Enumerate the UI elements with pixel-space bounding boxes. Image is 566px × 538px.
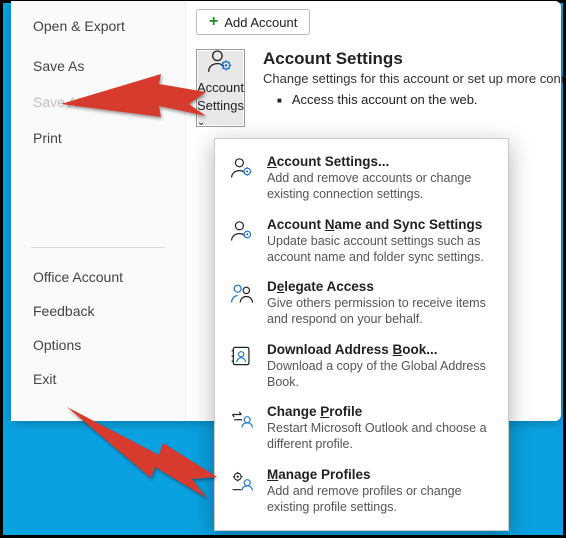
menu-desc: Add and remove accounts or change existi… <box>267 170 496 203</box>
side-options[interactable]: Options <box>11 330 185 360</box>
side-save-attachments: Save Attachments <box>11 87 185 117</box>
menu-download-address-book[interactable]: Download Address Book... Download a copy… <box>219 335 504 398</box>
address-book-icon <box>227 344 257 368</box>
add-account-label: Add Account <box>224 15 297 30</box>
two-people-icon <box>227 281 257 305</box>
menu-name-sync[interactable]: Account Name and Sync Settings Update ba… <box>219 210 504 273</box>
side-exit[interactable]: Exit <box>11 364 185 394</box>
person-gear-icon <box>227 156 257 180</box>
switch-profile-icon <box>227 406 257 430</box>
content-area: + Add Account Account Settings ⌄ Account… <box>196 9 561 139</box>
acct-btn-line2: Settings ⌄ <box>197 98 244 128</box>
account-settings-menu: Account Settings... Add and remove accou… <box>214 138 509 531</box>
menu-change-profile[interactable]: Change Profile Restart Microsoft Outlook… <box>219 397 504 460</box>
side-feedback[interactable]: Feedback <box>11 296 185 326</box>
section-subtitle: Change settings for this account or set … <box>263 71 566 86</box>
menu-delegate-access[interactable]: Delegate Access Give others permission t… <box>219 272 504 335</box>
acct-btn-line1: Account <box>197 80 244 95</box>
add-account-button[interactable]: + Add Account <box>196 9 310 35</box>
divider <box>31 247 165 248</box>
menu-desc: Update basic account settings such as ac… <box>267 233 496 266</box>
section-title: Account Settings <box>263 49 566 69</box>
account-settings-button[interactable]: Account Settings ⌄ <box>196 49 245 127</box>
side-open-export[interactable]: Open & Export <box>11 11 185 41</box>
menu-desc: Give others permission to receive items … <box>267 295 496 328</box>
menu-desc: Add and remove profiles or change existi… <box>267 483 496 516</box>
side-print[interactable]: Print <box>11 123 185 153</box>
gear-profile-icon <box>227 469 257 493</box>
menu-account-settings[interactable]: Account Settings... Add and remove accou… <box>219 147 504 210</box>
plus-icon: + <box>209 14 218 30</box>
bullet-text: Access this account on the web. <box>292 92 478 107</box>
menu-desc: Download a copy of the Global Address Bo… <box>267 358 496 391</box>
person-gear-icon <box>227 219 257 243</box>
sidebar: Open & Export Save As Save Attachments P… <box>11 1 186 421</box>
menu-manage-profiles[interactable]: Manage Profiles Add and remove profiles … <box>219 460 504 523</box>
menu-desc: Restart Microsoft Outlook and choose a d… <box>267 420 496 453</box>
side-office-account[interactable]: Office Account <box>11 262 185 292</box>
bullet-icon: ■ <box>277 96 282 107</box>
side-save-as[interactable]: Save As <box>11 51 185 81</box>
person-gear-icon <box>205 48 235 77</box>
